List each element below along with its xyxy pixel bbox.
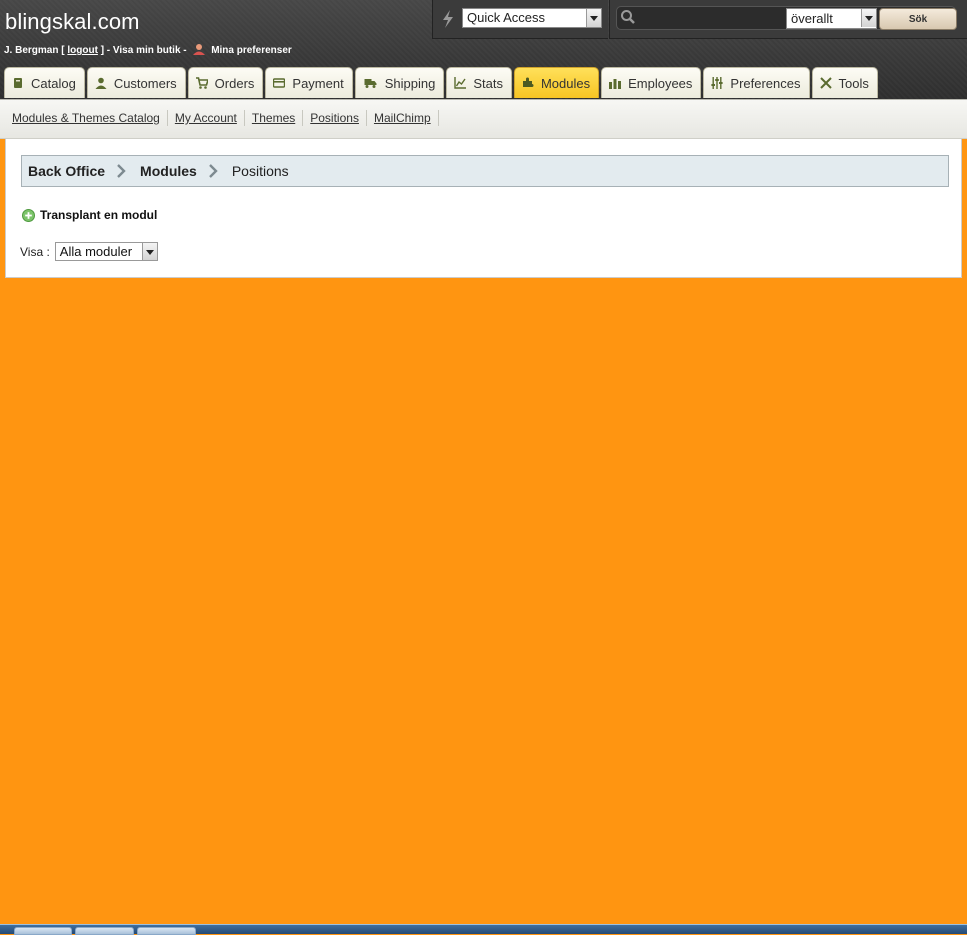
transplant-module-link[interactable]: Transplant en modul bbox=[22, 208, 157, 222]
user-line: J. Bergman [ logout ] - Visa min butik -… bbox=[4, 43, 292, 56]
person-icon bbox=[95, 77, 107, 89]
my-preferences-link[interactable]: Mina preferenser bbox=[211, 45, 292, 56]
subnav-positions[interactable]: Positions bbox=[310, 111, 359, 125]
chevron-right-icon bbox=[208, 164, 218, 178]
sliders-icon bbox=[711, 77, 724, 89]
tab-label: Tools bbox=[838, 75, 869, 91]
tab-label: Payment bbox=[292, 75, 344, 91]
chevron-down-icon[interactable] bbox=[861, 9, 876, 27]
chevron-right-icon bbox=[117, 164, 126, 178]
employee-name: J. Bergman [ bbox=[4, 45, 65, 56]
tab-shipping[interactable]: Shipping bbox=[354, 67, 445, 98]
module-filter-value: Alla moduler bbox=[59, 244, 133, 259]
taskbar-button[interactable] bbox=[137, 927, 196, 935]
book-icon bbox=[14, 78, 22, 88]
puzzle-icon bbox=[522, 77, 534, 87]
tab-label: Stats bbox=[473, 75, 503, 91]
group-icon bbox=[609, 79, 622, 89]
search-scope-select[interactable]: överallt bbox=[786, 8, 877, 29]
tab-preferences[interactable]: Preferences bbox=[703, 67, 810, 98]
taskbar-button[interactable] bbox=[75, 927, 134, 935]
tab-label: Catalog bbox=[31, 75, 76, 91]
subnav-item: Positions bbox=[303, 110, 367, 126]
shop-name: blingskal.com bbox=[5, 9, 140, 34]
taskbar-button[interactable] bbox=[14, 927, 72, 935]
main-tabs: Catalog Customers Orders Payment Shippin… bbox=[4, 67, 880, 99]
subnav-item: Themes bbox=[245, 110, 304, 126]
search-input[interactable] bbox=[640, 9, 788, 29]
content-panel: Back Office Modules Positions Transplant… bbox=[5, 139, 962, 278]
preferences-icon bbox=[193, 44, 206, 55]
subnav-item: MailChimp bbox=[367, 110, 439, 126]
view-shop-link[interactable]: ] - Visa min butik - bbox=[101, 45, 187, 56]
tab-catalog[interactable]: Catalog bbox=[4, 67, 85, 98]
tab-modules[interactable]: Modules bbox=[513, 67, 600, 98]
search-box: överallt Sök bbox=[609, 0, 967, 39]
subnav-item: My Account bbox=[168, 110, 245, 126]
search-scope-value: överallt bbox=[791, 11, 833, 26]
tab-stats[interactable]: Stats bbox=[446, 67, 512, 98]
add-circle-icon bbox=[22, 208, 35, 222]
search-icon bbox=[621, 10, 635, 24]
tab-label: Modules bbox=[540, 75, 591, 91]
breadcrumb: Back Office Modules Positions bbox=[21, 155, 949, 187]
tab-orders[interactable]: Orders bbox=[187, 67, 264, 98]
subnav-my-account[interactable]: My Account bbox=[175, 111, 237, 125]
logout-link[interactable]: logout bbox=[67, 45, 98, 56]
cart-icon bbox=[195, 77, 208, 89]
tab-label: Orders bbox=[214, 75, 255, 91]
subnav-mailchimp[interactable]: MailChimp bbox=[374, 111, 431, 125]
subnav-themes[interactable]: Themes bbox=[252, 111, 295, 125]
subnav-modules-themes-catalog[interactable]: Modules & Themes Catalog bbox=[12, 111, 160, 125]
sub-navigation: Modules & Themes Catalog My Account Them… bbox=[0, 99, 967, 139]
subnav-item: Modules & Themes Catalog bbox=[5, 110, 168, 126]
filter-label: Visa : bbox=[20, 244, 50, 259]
chevron-down-icon[interactable] bbox=[141, 243, 157, 260]
transplant-label: Transplant en modul bbox=[40, 208, 158, 222]
card-icon bbox=[273, 78, 286, 88]
tab-customers[interactable]: Customers bbox=[86, 67, 186, 98]
quick-access-select[interactable]: Quick Access bbox=[462, 8, 602, 28]
chart-icon bbox=[454, 77, 467, 89]
tab-label: Customers bbox=[113, 75, 177, 91]
tab-payment[interactable]: Payment bbox=[265, 67, 353, 98]
quick-access-label: Quick Access bbox=[467, 10, 546, 25]
quick-access-box: Quick Access bbox=[432, 0, 608, 39]
tools-icon bbox=[819, 77, 832, 89]
tab-label: Preferences bbox=[730, 75, 801, 91]
search-button[interactable]: Sök bbox=[879, 8, 957, 30]
tab-label: Employees bbox=[628, 75, 693, 91]
tab-label: Shipping bbox=[384, 75, 436, 91]
truck-icon bbox=[364, 79, 377, 88]
breadcrumb-positions: Positions bbox=[231, 163, 289, 179]
breadcrumb-back-office[interactable]: Back Office bbox=[28, 163, 105, 179]
lightning-icon bbox=[443, 10, 453, 28]
chevron-down-icon[interactable] bbox=[586, 9, 601, 27]
tab-employees[interactable]: Employees bbox=[601, 67, 702, 98]
admin-header: blingskal.com J. Bergman [ logout ] - Vi… bbox=[0, 0, 967, 99]
module-filter: Visa : Alla moduler bbox=[20, 242, 158, 261]
module-filter-select[interactable]: Alla moduler bbox=[54, 242, 158, 261]
tab-tools[interactable]: Tools bbox=[811, 67, 878, 98]
breadcrumb-modules[interactable]: Modules bbox=[140, 163, 197, 179]
